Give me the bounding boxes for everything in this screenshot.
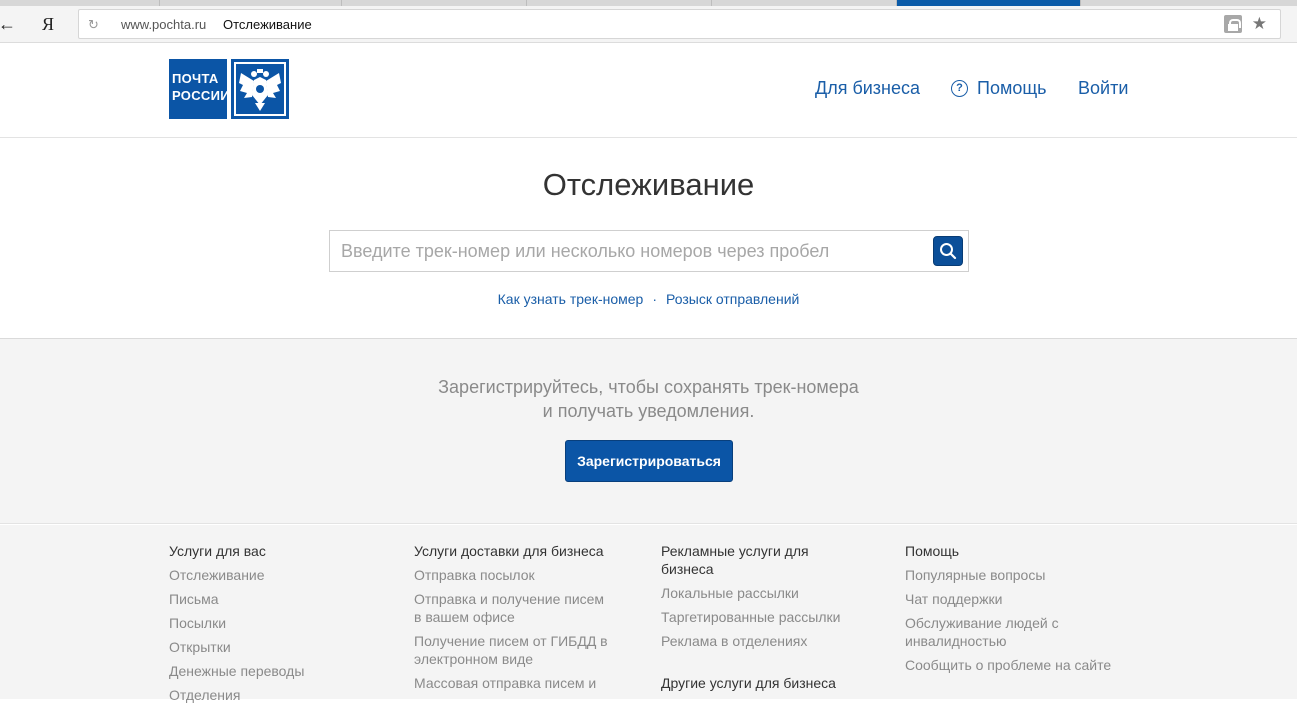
footer-column-advertising: Рекламные услуги для бизнеса Локальные р… — [661, 542, 861, 692]
url-host: www.pochta.ru — [121, 17, 207, 32]
footer-link[interactable]: Отправка посылок — [414, 566, 614, 584]
footer-column-subtitle[interactable]: Другие услуги для бизнеса — [661, 674, 861, 692]
register-section: Зарегистрируйтесь, чтобы сохранять трек-… — [0, 339, 1297, 524]
footer-column-business-delivery: Услуги доставки для бизнеса Отправка пос… — [414, 542, 614, 692]
register-prompt: Зарегистрируйтесь, чтобы сохранять трек-… — [0, 375, 1297, 423]
footer-link[interactable]: Обслуживание людей с инвалидностью — [905, 614, 1125, 650]
footer-column-title: Помощь — [905, 543, 960, 559]
logo-wordmark: ПОЧТА РОССИИ — [169, 59, 230, 119]
question-circle-icon: ? — [951, 79, 968, 97]
bookmark-star-icon[interactable]: ★ — [1252, 14, 1267, 34]
footer-link[interactable]: Отслеживание — [169, 566, 379, 584]
nav-help-label: Помощь — [977, 78, 1047, 98]
track-number-input[interactable] — [330, 231, 930, 271]
footer-link[interactable]: Письма — [169, 590, 379, 608]
footer-column-services: Услуги для вас Отслеживание Письма Посыл… — [169, 542, 379, 704]
nav-help-link[interactable]: ? Помощь — [951, 77, 1047, 99]
eagle-emblem-icon — [231, 59, 289, 119]
footer-column-help: Помощь Популярные вопросы Чат поддержки … — [905, 542, 1125, 674]
tracking-search-box — [329, 230, 969, 272]
search-shipments-link[interactable]: Розыск отправлений — [666, 291, 799, 307]
footer-link[interactable]: Популярные вопросы — [905, 566, 1125, 584]
footer-link[interactable]: Отделения — [169, 686, 379, 704]
back-arrow-icon[interactable]: ← — [0, 12, 16, 36]
footer-link[interactable]: Чат поддержки — [905, 590, 1125, 608]
search-button[interactable] — [933, 236, 963, 266]
footer-link[interactable]: Посылки — [169, 614, 379, 632]
footer-link[interactable]: Денежные переводы — [169, 662, 379, 680]
tracking-helper-links: Как узнать трек-номер · Розыск отправлений — [0, 290, 1297, 308]
pochta-logo[interactable]: ПОЧТА РОССИИ — [169, 59, 289, 120]
page-title: Отслеживание — [542, 167, 755, 202]
tracking-section: Отслеживание Как узнать трек-номер · Розыс… — [0, 138, 1297, 339]
logo-line-1: ПОЧТА — [172, 71, 219, 86]
footer-link[interactable]: Таргетированные рассылки — [661, 608, 861, 626]
footer-column-title: Рекламные услуги для бизнеса — [661, 543, 809, 577]
how-to-find-track-link[interactable]: Как узнать трек-номер — [498, 291, 644, 307]
register-prompt-line-2: и получать уведомления. — [542, 401, 755, 421]
address-bar[interactable]: ↻ www.pochta.ru Отслеживание ★ — [78, 9, 1281, 39]
url-page-title: Отслеживание — [223, 17, 312, 32]
footer-link[interactable]: Массовая отправка писем и — [414, 674, 614, 692]
footer-column-title: Услуги для вас — [169, 543, 266, 559]
browser-toolbar: ← Я ↻ www.pochta.ru Отслеживание ★ — [0, 6, 1297, 43]
footer-link[interactable]: Сообщить о проблеме на сайте — [905, 656, 1125, 674]
footer-column-title: Услуги доставки для бизнеса — [414, 543, 604, 559]
footer-link[interactable]: Получение писем от ГИБДД в электронном в… — [414, 632, 614, 668]
footer-link[interactable]: Локальные рассылки — [661, 584, 861, 602]
logo-line-2: РОССИИ — [172, 88, 230, 103]
link-separator: · — [652, 291, 657, 307]
register-prompt-line-1: Зарегистрируйтесь, чтобы сохранять трек-… — [438, 377, 859, 397]
reload-icon[interactable]: ↻ — [88, 16, 99, 34]
footer-link[interactable]: Реклама в отделениях — [661, 632, 861, 650]
search-icon — [940, 243, 957, 260]
yandex-logo-icon[interactable]: Я — [42, 12, 60, 36]
footer: Услуги для вас Отслеживание Письма Посыл… — [0, 525, 1297, 703]
lock-icon[interactable] — [1224, 15, 1242, 33]
register-button[interactable]: Зарегистрироваться — [565, 440, 733, 482]
footer-link[interactable]: Отправка и получение писем в вашем офисе — [414, 590, 614, 626]
nav-login-link[interactable]: Войти — [1078, 77, 1128, 99]
site-header: ПОЧТА РОССИИ Для бизнеса ? Помощь Войти — [0, 44, 1297, 138]
footer-link[interactable]: Открытки — [169, 638, 379, 656]
nav-business-link[interactable]: Для бизнеса — [815, 77, 920, 99]
